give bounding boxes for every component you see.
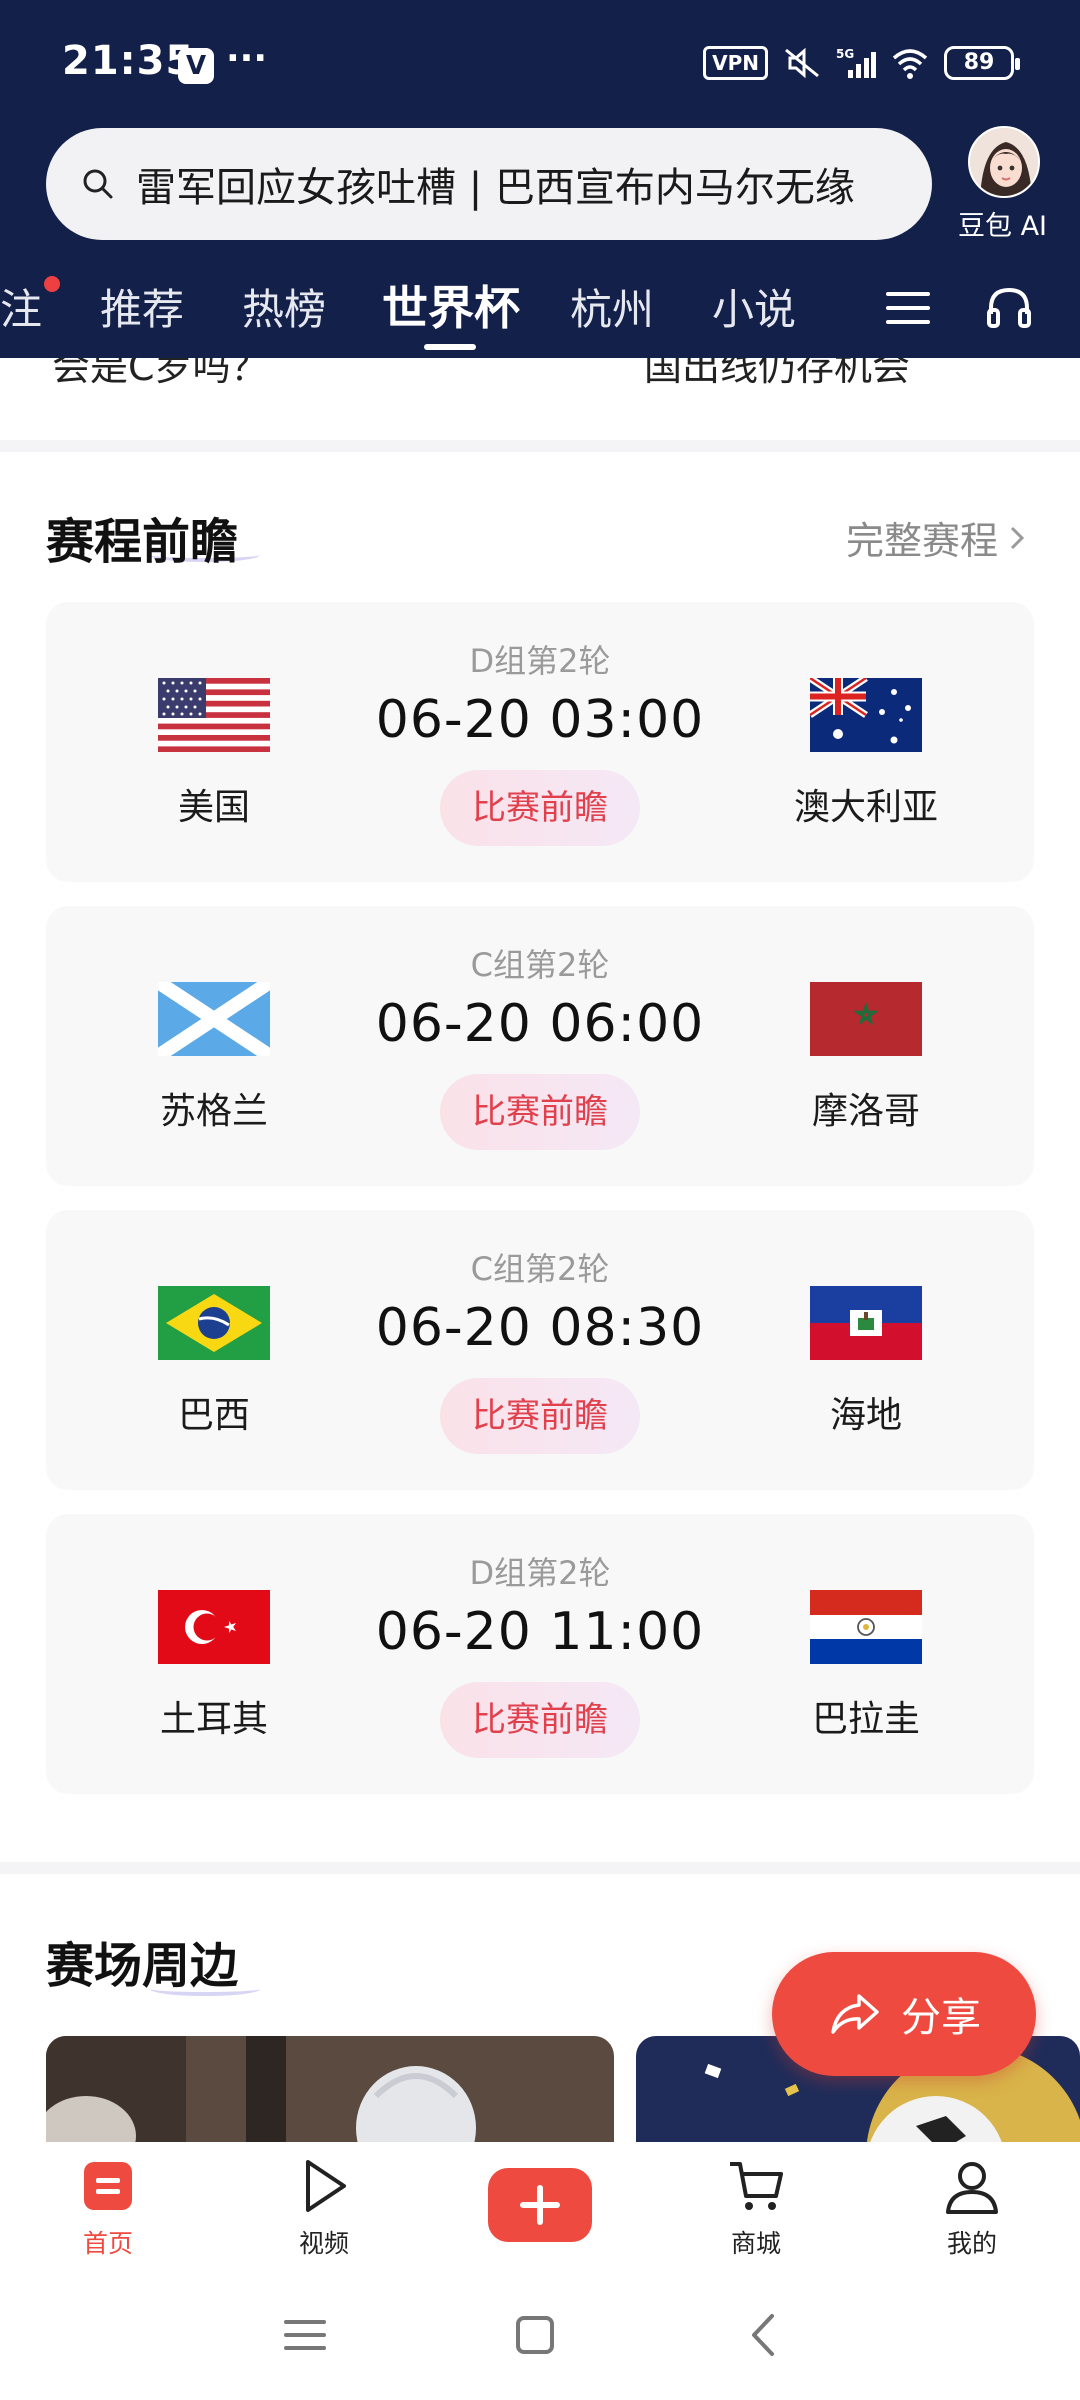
- network-label: 5G: [836, 47, 854, 61]
- nav-mall[interactable]: 商城: [696, 2156, 816, 2260]
- match-round: C组第2轮: [470, 1250, 610, 1288]
- match-round: D组第2轮: [469, 642, 611, 680]
- share-label: 分享: [901, 1995, 981, 2041]
- publish-button[interactable]: [488, 2168, 592, 2242]
- haiti-flag-icon: [810, 1286, 922, 1360]
- back-icon[interactable]: [740, 2310, 790, 2360]
- ai-assistant-label[interactable]: 豆包 AI: [958, 204, 1047, 243]
- avatar-icon: [970, 128, 1038, 196]
- home-team-name: 苏格兰: [159, 1091, 268, 1132]
- home-icon: [84, 2162, 132, 2210]
- tab-recommend[interactable]: 推荐: [100, 276, 184, 337]
- bottom-navigation: 首页 视频 商城 我的: [0, 2142, 1080, 2268]
- search-suggestion-text: 雷军回应女孩吐槽 | 巴西宣布内马尔无缘: [136, 165, 855, 211]
- channel-tabs: 注 推荐 热榜 世界杯 杭州 小说: [0, 268, 860, 354]
- match-preview-button[interactable]: 比赛前瞻: [440, 770, 640, 846]
- match-preview-button[interactable]: 比赛前瞻: [440, 1074, 640, 1150]
- tab-novel[interactable]: 小说: [712, 276, 796, 337]
- chevron-right-icon: [1010, 526, 1025, 549]
- match-round: C组第2轮: [470, 946, 610, 984]
- away-team-name: 澳大利亚: [793, 787, 938, 828]
- vpn-icon: VPN: [703, 46, 768, 80]
- headset-icon[interactable]: [984, 282, 1034, 332]
- nav-home[interactable]: 首页: [48, 2156, 168, 2260]
- mute-icon: [785, 47, 819, 79]
- match-card[interactable]: 巴西 C组第2轮 06-20 08:30 比赛前瞻 海地: [46, 1210, 1034, 1490]
- system-navigation-bar: [0, 2268, 1080, 2400]
- morocco-flag-icon: [810, 982, 922, 1056]
- venue-image-card[interactable]: [46, 2036, 614, 2146]
- section-divider: [0, 440, 1080, 452]
- peek-text-left[interactable]: 会是C罗吗？: [52, 358, 269, 391]
- ai-assistant-avatar[interactable]: [968, 126, 1040, 198]
- nav-home-label: 首页: [82, 2229, 133, 2258]
- match-preview-button[interactable]: 比赛前瞻: [440, 1378, 640, 1454]
- more-notifications-icon: ···: [226, 38, 268, 79]
- app-header: 21:35 V ··· VPN 5G 89 雷军回应女孩吐槽 | 巴西宣布内马尔…: [0, 0, 1080, 358]
- search-icon: [83, 169, 113, 199]
- home-team-name: 巴西: [177, 1395, 250, 1436]
- share-button[interactable]: 分享: [772, 1952, 1036, 2076]
- previous-content-peek: 会是C罗吗？ 国出线仍存机会: [0, 358, 1080, 438]
- away-team-name: 巴拉圭: [811, 1699, 920, 1740]
- match-card[interactable]: 美国 D组第2轮 06-20 03:00 比赛前瞻 澳大利亚: [46, 602, 1034, 882]
- tab-hangzhou[interactable]: 杭州: [570, 276, 654, 337]
- paraguay-flag-icon: [810, 1590, 922, 1664]
- tab-follow-badge: [44, 276, 60, 292]
- section-divider: [0, 1862, 1080, 1874]
- nav-video-label: 视频: [298, 2229, 349, 2258]
- away-team-name: 摩洛哥: [811, 1091, 920, 1132]
- australia-flag-icon: [810, 678, 922, 752]
- status-indicators: VPN 5G 89: [703, 46, 1020, 80]
- person-icon: [946, 2162, 998, 2214]
- schedule-title: 赛程前瞻: [46, 514, 239, 570]
- tab-world-cup[interactable]: 世界杯: [382, 272, 520, 338]
- nav-profile-label: 我的: [946, 2229, 997, 2258]
- home-team-name: 土耳其: [159, 1699, 268, 1740]
- venue-photo-image: [46, 2036, 614, 2146]
- venue-title: 赛场周边: [46, 1938, 239, 1994]
- share-icon: [831, 1994, 879, 2034]
- nav-video[interactable]: 视频: [264, 2156, 384, 2260]
- cart-icon: [730, 2162, 783, 2210]
- match-round: D组第2轮: [469, 1554, 611, 1592]
- home-button-icon[interactable]: [510, 2310, 560, 2360]
- wifi-icon: [892, 49, 928, 79]
- away-team-name: 海地: [829, 1395, 902, 1436]
- status-time: 21:35: [62, 38, 195, 84]
- tab-hot[interactable]: 热榜: [242, 276, 326, 337]
- battery-icon: 89: [944, 46, 1020, 80]
- match-card[interactable]: 苏格兰 C组第2轮 06-20 06:00 比赛前瞻 摩洛哥: [46, 906, 1034, 1186]
- channel-menu-icon[interactable]: [886, 288, 930, 328]
- nav-profile[interactable]: 我的: [912, 2156, 1032, 2260]
- nav-mall-label: 商城: [730, 2229, 781, 2258]
- notification-app-icon: V: [178, 48, 214, 84]
- peek-text-right[interactable]: 国出线仍存机会: [644, 358, 910, 391]
- plus-icon: [520, 2185, 560, 2225]
- active-tab-indicator: [424, 344, 476, 350]
- recent-apps-icon[interactable]: [280, 2310, 330, 2360]
- signal-5g-icon: 5G: [836, 47, 876, 78]
- play-icon: [306, 2160, 346, 2212]
- full-schedule-link[interactable]: 完整赛程: [846, 510, 1028, 565]
- home-team-name: 美国: [177, 787, 250, 828]
- match-card[interactable]: 土耳其 D组第2轮 06-20 11:00 比赛前瞻 巴拉圭: [46, 1514, 1034, 1794]
- match-preview-button[interactable]: 比赛前瞻: [440, 1682, 640, 1758]
- tab-follow[interactable]: 注: [0, 276, 42, 337]
- full-schedule-label: 完整赛程: [845, 519, 998, 563]
- status-bar: 21:35 V ··· VPN 5G 89: [0, 0, 1080, 130]
- search-bar[interactable]: 雷军回应女孩吐槽 | 巴西宣布内马尔无缘: [46, 128, 932, 240]
